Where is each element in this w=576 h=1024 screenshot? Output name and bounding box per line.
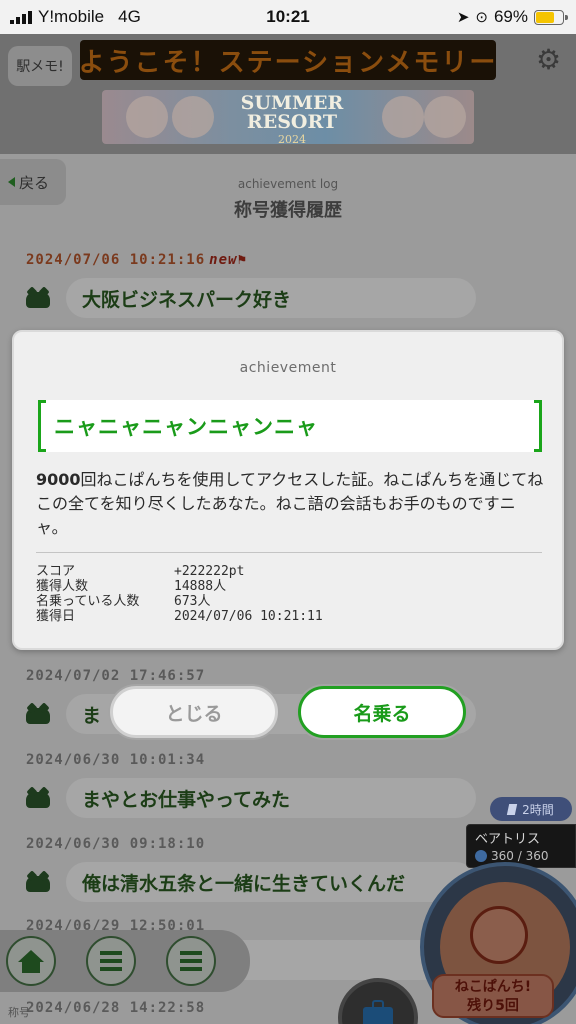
time-badge: 2時間 <box>490 797 572 821</box>
cat-icon <box>26 872 50 894</box>
app-header: 駅メモ! ようこそ！ステーションメモリー ⚙ SUMMER RESORT 202… <box>0 34 576 154</box>
new-tag: new <box>209 252 238 268</box>
flag-icon: ⚑ <box>237 252 247 268</box>
stat-label: 獲得人数 <box>36 579 89 594</box>
items-button[interactable] <box>338 978 418 1024</box>
welcome-marquee: ようこそ！ステーションメモリー <box>80 40 496 80</box>
battery-percent: 69% <box>493 7 528 26</box>
entry-date: 2024/07/02 17:46:57 <box>26 668 206 684</box>
list-icon <box>100 951 122 971</box>
bracket-left <box>38 400 46 452</box>
description-text: 回ねこぱんちを使用してアクセスした証。ねこぱんちを通じてねこの全てを知り尽くした… <box>36 470 544 537</box>
banner-character-image <box>382 96 424 138</box>
banner-character-image <box>424 96 466 138</box>
stat-label: スコア <box>36 564 76 579</box>
nekopanchi-remaining: 残り5回 <box>467 998 519 1014</box>
briefcase-icon <box>363 1000 393 1024</box>
stat-label: 名乗っている人数 <box>36 594 140 609</box>
modal-title-box: ニャニャニャンニャンニャ <box>38 400 542 452</box>
hp-icon <box>475 850 487 862</box>
banner-year: 2024 <box>278 133 306 144</box>
achievement-entry[interactable]: 大阪ビジネスパーク好き <box>66 278 476 318</box>
stat-row: スコア +222222pt <box>36 564 323 579</box>
stat-label: 獲得日 <box>36 609 76 624</box>
rotation-lock-icon: ⊙ <box>475 9 488 26</box>
achievement-modal: achievement ニャニャニャンニャンニャ 9000回ねこぱんちを使用して… <box>12 330 564 650</box>
banner-character-image <box>172 96 214 138</box>
description-number: 9000 <box>36 470 81 489</box>
app-logo[interactable]: 駅メモ! <box>8 46 72 86</box>
entry-date: 2024/06/30 09:18:10 <box>26 836 206 852</box>
hourglass-icon <box>507 803 518 815</box>
nekopanchi-button[interactable]: ねこぱんち! 残り5回 <box>432 974 554 1018</box>
banner-character-image <box>126 96 168 138</box>
stat-value: 673人 <box>174 594 211 609</box>
use-title-button[interactable]: 名乗る <box>298 686 466 738</box>
cat-icon <box>26 788 50 810</box>
achievement-list-button[interactable] <box>86 936 136 986</box>
bracket-right <box>534 400 542 452</box>
entry-date-text: 2024/07/06 10:21:16 <box>26 252 206 268</box>
location-icon: ➤ <box>456 9 470 26</box>
beach-ball-icon <box>470 906 528 964</box>
stat-value: 2024/07/06 10:21:11 <box>174 609 323 624</box>
home-icon <box>18 950 44 973</box>
event-banner[interactable]: SUMMER RESORT 2024 <box>102 90 474 144</box>
stat-row: 名乗っている人数 673人 <box>36 594 323 609</box>
cat-icon <box>26 704 50 726</box>
character-name: ベアトリス <box>475 832 541 847</box>
achievement-description: 9000回ねこぱんちを使用してアクセスした証。ねこぱんちを通じてねこの全てを知り… <box>36 468 544 540</box>
station-list-button[interactable] <box>166 936 216 986</box>
stat-row: 獲得人数 14888人 <box>36 579 323 594</box>
bottom-label: 称号 <box>8 1006 30 1019</box>
stat-row: 獲得日 2024/07/06 10:21:11 <box>36 609 323 624</box>
banner-line2: RESORT <box>246 111 338 133</box>
stat-value: 14888人 <box>174 579 227 594</box>
gear-icon[interactable]: ⚙ <box>536 46 561 74</box>
time-badge-label: 2時間 <box>522 802 554 817</box>
bottom-nav <box>0 930 440 1024</box>
log-subtitle: achievement log <box>237 177 339 191</box>
status-bar: Y!mobile 4G 10:21 ➤ ⊙ 69% <box>0 0 576 34</box>
modal-caption: achievement <box>239 360 337 376</box>
log-title: 称号獲得履歴 <box>234 200 342 221</box>
banner-title: SUMMER RESORT 2024 <box>222 94 362 145</box>
achievement-title: ニャニャニャンニャンニャ <box>54 415 318 439</box>
cat-icon <box>26 288 50 310</box>
close-button[interactable]: とじる <box>110 686 278 738</box>
divider <box>36 552 542 553</box>
status-right: ➤ ⊙ 69% <box>456 7 568 27</box>
train-list-icon <box>180 951 202 971</box>
character-hp: 360 / 360 <box>475 849 567 863</box>
entry-date: 2024/07/06 10:21:16 new⚑ <box>26 252 247 268</box>
achievement-stats: スコア +222222pt 獲得人数 14888人 名乗っている人数 673人 … <box>36 564 323 624</box>
achievement-entry[interactable]: 俺は清水五条と一緒に生きていくんだ <box>66 862 476 902</box>
battery-icon <box>534 9 568 25</box>
achievement-entry[interactable]: まやとお仕事やってみた <box>66 778 476 818</box>
entry-date: 2024/06/30 10:01:34 <box>26 752 206 768</box>
nekopanchi-label: ねこぱんち! <box>454 979 532 995</box>
stat-value: +222222pt <box>174 564 245 579</box>
home-button[interactable] <box>6 936 56 986</box>
character-card[interactable]: ベアトリス 360 / 360 <box>466 824 576 868</box>
hp-value: 360 / 360 <box>491 849 549 863</box>
